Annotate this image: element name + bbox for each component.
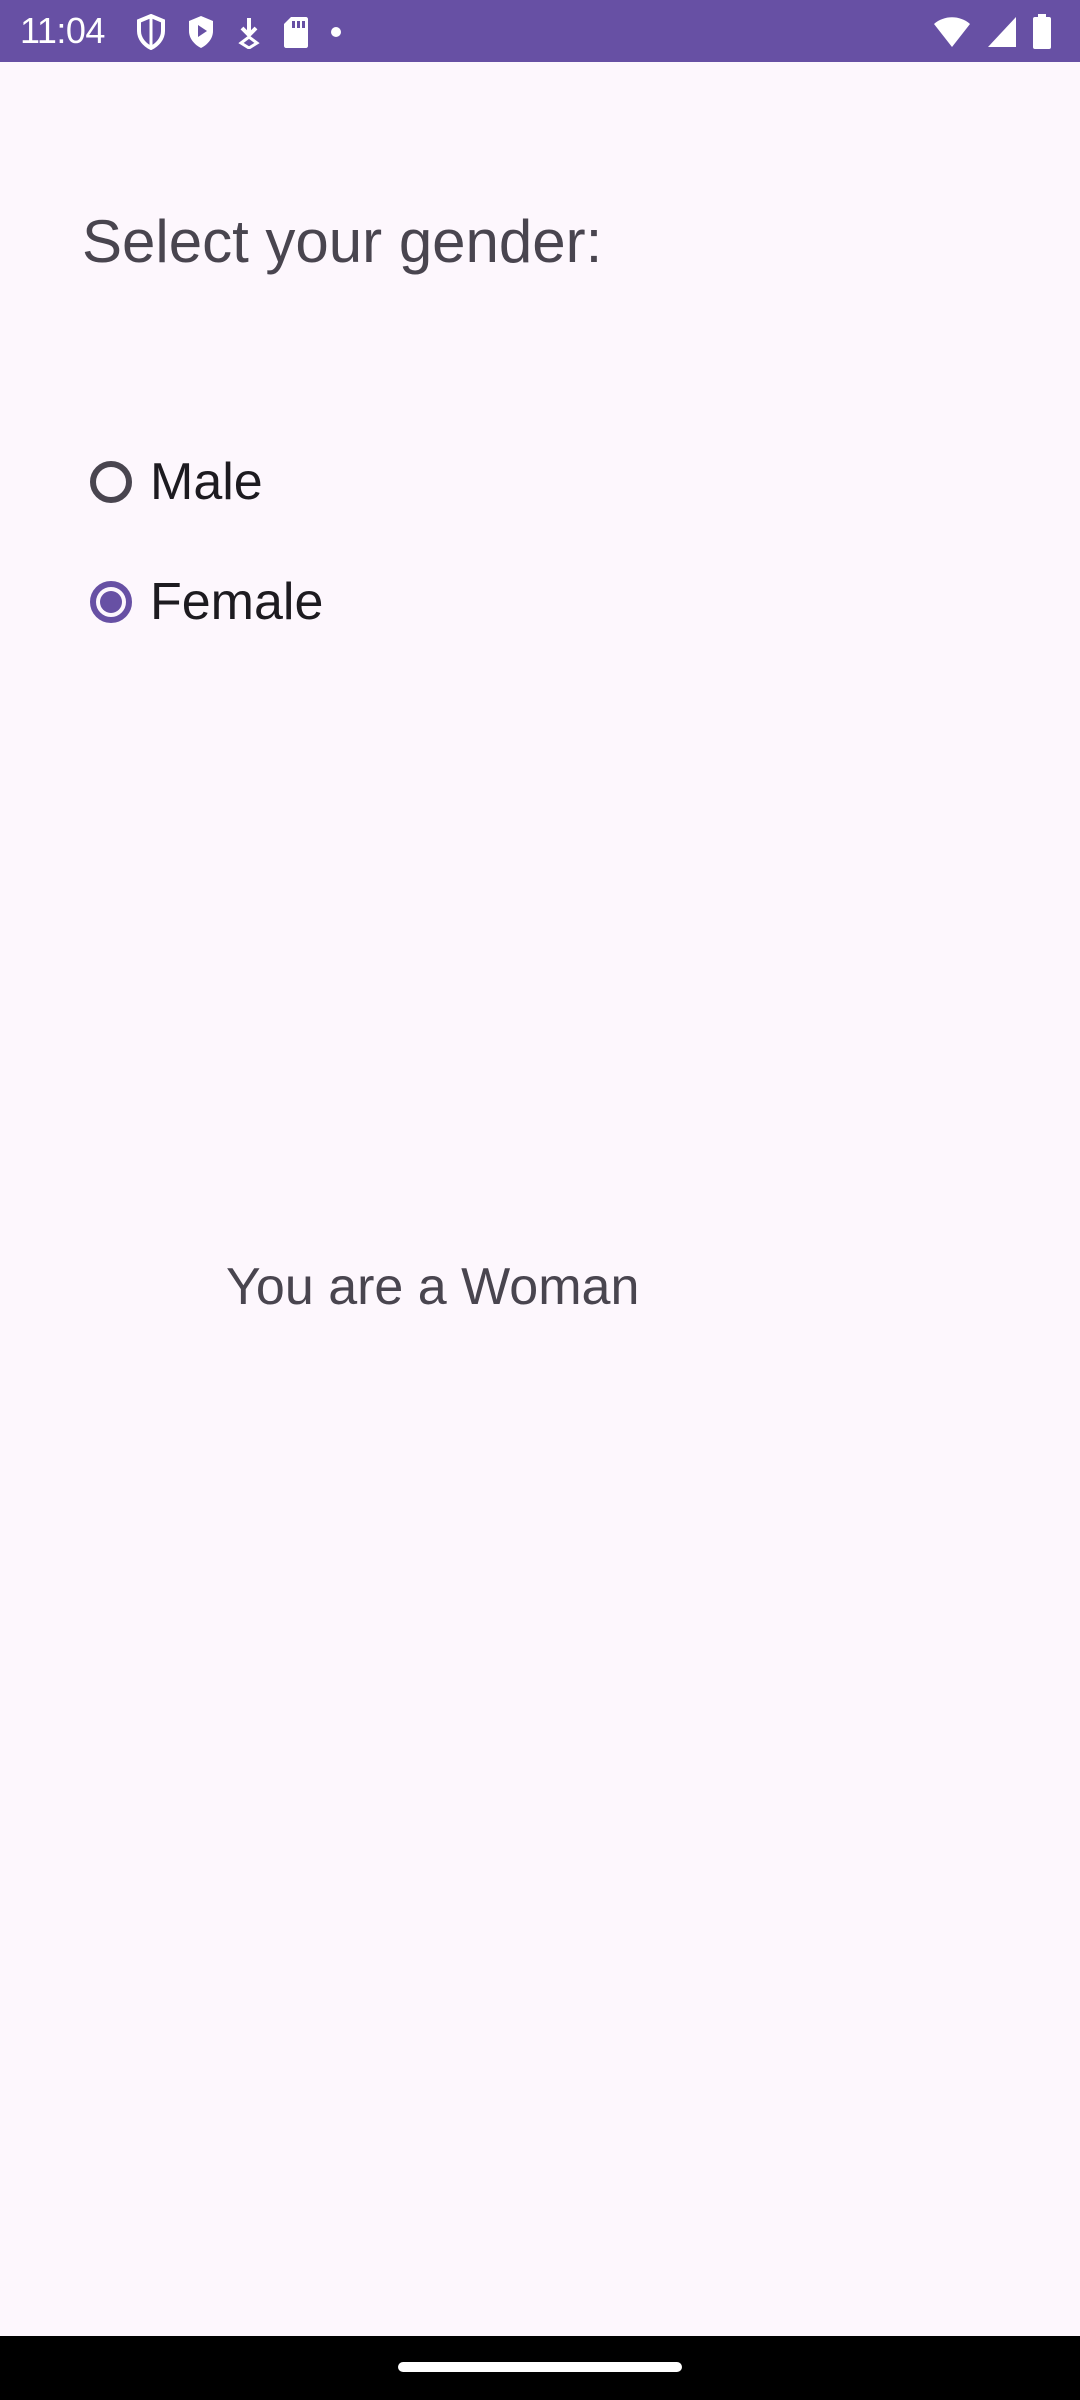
radio-unchecked-icon[interactable]: [90, 461, 132, 503]
system-icons: [932, 12, 1052, 52]
signal-icon: [986, 15, 1018, 49]
download-icon: [236, 15, 262, 49]
app-content: Select your gender: Male Female You are …: [0, 62, 1080, 2336]
radio-option-female[interactable]: Female: [82, 542, 542, 662]
result-text: You are a Woman: [226, 1258, 640, 1316]
radio-option-male[interactable]: Male: [82, 422, 542, 542]
shield-icon: [136, 14, 166, 50]
notification-icons: [136, 12, 342, 52]
navigation-bar: [0, 2336, 1080, 2400]
wifi-icon: [932, 15, 972, 49]
sd-card-icon: [282, 15, 310, 49]
radio-label-male: Male: [150, 453, 263, 511]
gender-prompt: Select your gender:: [82, 208, 603, 275]
play-protect-icon: [186, 14, 216, 50]
status-time: 11:04: [20, 10, 105, 51]
gender-radio-group: Male Female: [82, 422, 542, 662]
radio-checked-icon[interactable]: [90, 581, 132, 623]
dot-icon: [330, 26, 342, 38]
home-handle[interactable]: [398, 2362, 682, 2372]
radio-label-female: Female: [150, 573, 324, 631]
status-bar: 11:04: [0, 0, 1080, 62]
battery-icon: [1032, 14, 1052, 50]
